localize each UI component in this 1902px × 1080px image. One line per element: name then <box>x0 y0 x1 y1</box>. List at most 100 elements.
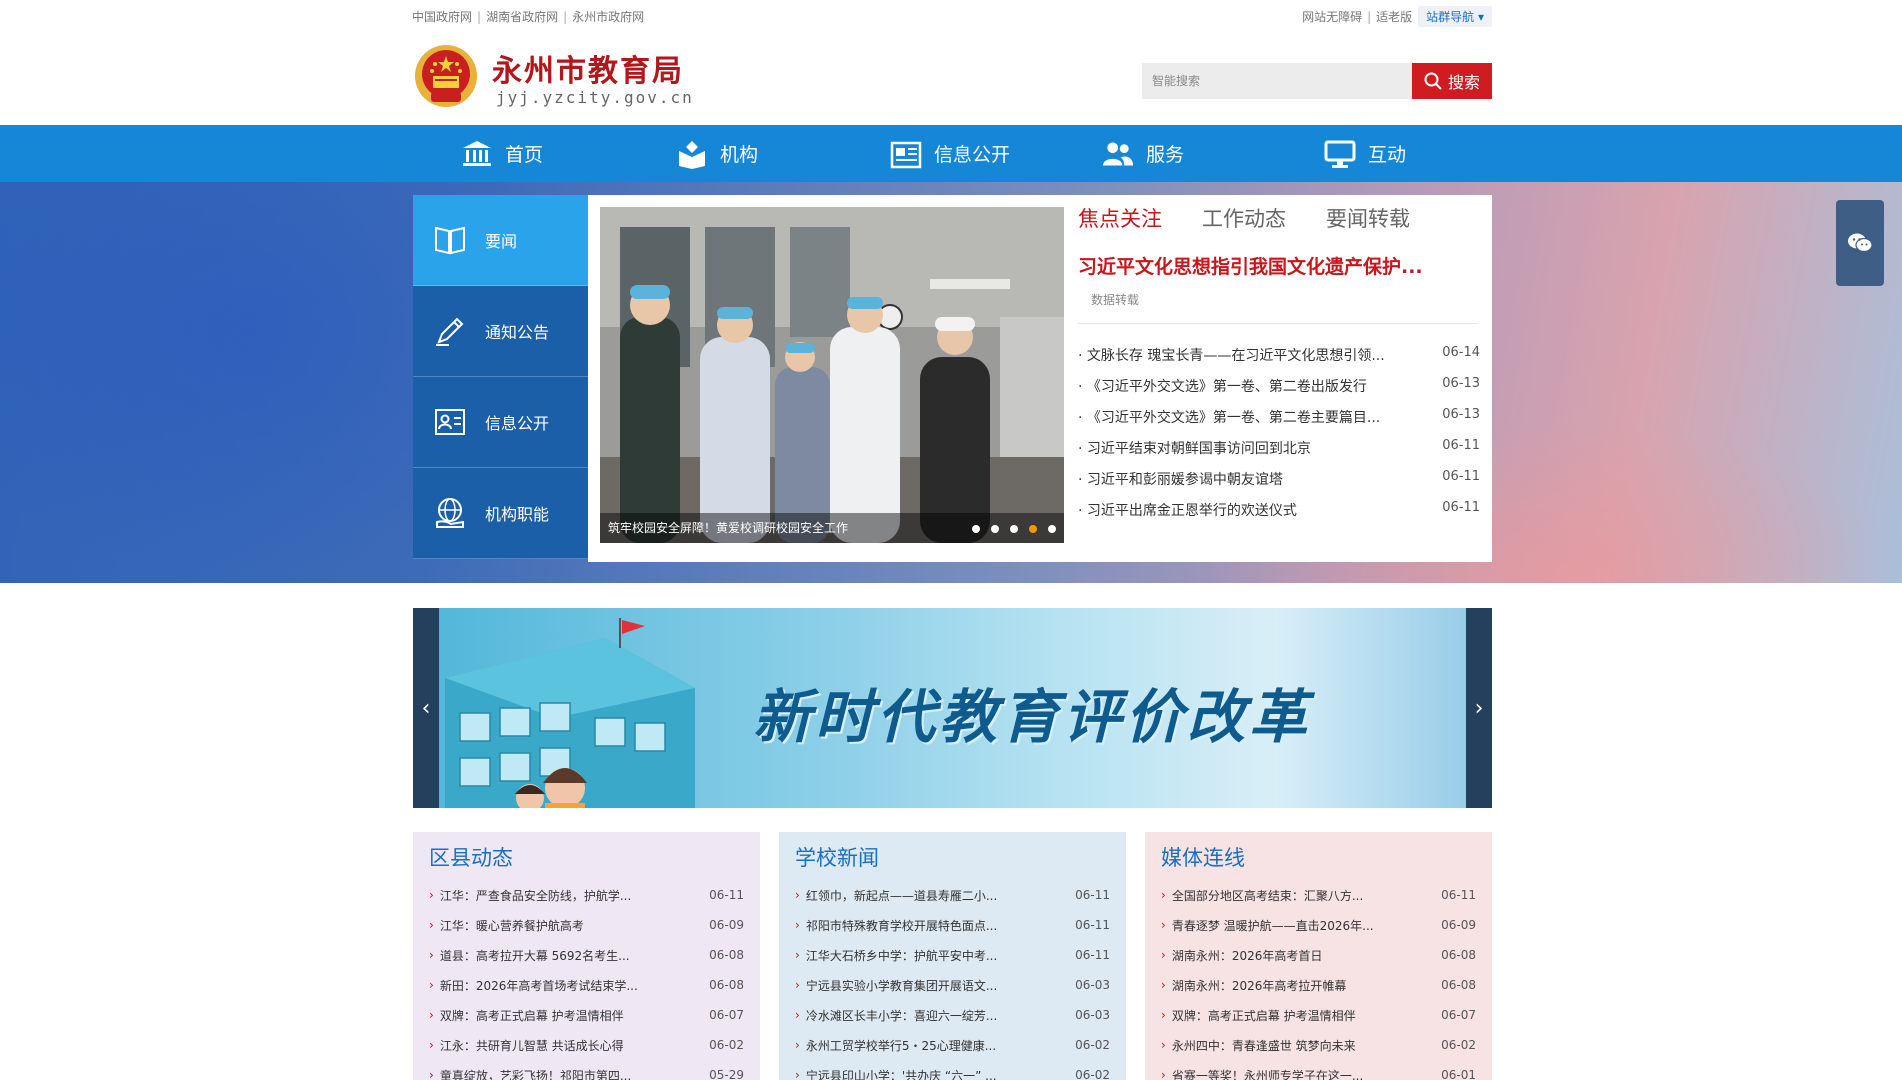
chevron-right-icon: › <box>795 918 800 932</box>
list-item[interactable]: › 双牌：高考正式启幕 护考温情相伴 06-07 <box>1161 1000 1476 1030</box>
list-item[interactable]: › 江永：共研育儿智慧 共话成长心得 06-02 <box>429 1030 744 1060</box>
column-title[interactable]: 媒体连线 <box>1161 842 1476 872</box>
list-item[interactable]: › 湖南永州：2026年高考首日 06-08 <box>1161 940 1476 970</box>
item-title: 红领巾，新起点——道县寿雁二小... <box>805 888 998 903</box>
list-item[interactable]: › 红领巾，新起点——道县寿雁二小... 06-11 <box>795 880 1110 910</box>
wechat-icon <box>1848 233 1873 253</box>
county-news-column: 区县动态 › 江华：严查食品安全防线，护航学... 06-11 › 江华：暖心营养餐护… <box>413 832 760 1080</box>
chevron-right-icon: › <box>795 978 800 992</box>
chevron-right-icon: › <box>429 948 434 962</box>
info-icon <box>890 141 922 168</box>
list-item[interactable]: › 江华大石桥乡中学：护航平安中考... 06-11 <box>795 940 1110 970</box>
nav-home[interactable]: 首页 <box>461 125 543 182</box>
list-item[interactable]: › 湖南永州：2026年高考拉开帷幕 06-08 <box>1161 970 1476 1000</box>
national-emblem-logo[interactable] <box>413 42 479 110</box>
banner-next-button[interactable]: › <box>1466 608 1492 808</box>
side-item-news[interactable]: 要闻 <box>413 195 588 286</box>
list-item[interactable]: › 冷水滩区长丰小学：喜迎六一绽芳... 06-03 <box>795 1000 1110 1030</box>
news-item[interactable]: · 习近平结束对朝鲜国事访问回到北京 06-11 <box>1078 438 1480 469</box>
chevron-right-icon: › <box>429 978 434 992</box>
banner-prev-button[interactable]: ‹ <box>413 608 439 808</box>
item-date: 06-08 <box>709 948 744 962</box>
news-title: · 习近平结束对朝鲜国事访问回到北京 <box>1078 441 1311 457</box>
id-card-icon <box>435 409 465 435</box>
item-title: 全国部分地区高考结束：汇聚八方... <box>1171 888 1364 903</box>
nav-label-home: 首页 <box>505 144 544 166</box>
slide-dot-4[interactable] <box>1029 525 1037 533</box>
item-title: 道县：高考拉开大幕 5692名考生... <box>439 948 630 963</box>
item-title: 童真绽放，艺彩飞扬！祁阳市第四... <box>439 1068 632 1080</box>
list-item[interactable]: › 青春逐梦 温暖护航——直击2026年... 06-09 <box>1161 910 1476 940</box>
tab-work-updates[interactable]: 工作动态 <box>1202 203 1286 233</box>
column-title[interactable]: 学校新闻 <box>795 842 1110 872</box>
side-item-info-disclosure[interactable]: 信息公开 <box>413 377 588 468</box>
tab-reposted-news[interactable]: 要闻转载 <box>1326 203 1410 233</box>
item-title: 江华大石桥乡中学：护航平安中考... <box>805 948 998 963</box>
side-item-notices[interactable]: 通知公告 <box>413 286 588 377</box>
list-item[interactable]: › 江华：严查食品安全防线，护航学... 06-11 <box>429 880 744 910</box>
news-list: · 文脉长存 瑰宝长青——在习近平文化思想引领... 06-14 · 《习近平外交… <box>1078 345 1480 531</box>
nav-label-service: 服务 <box>1146 144 1185 166</box>
item-title: 江华：暖心营养餐护航高考 <box>439 918 584 933</box>
news-item[interactable]: · 习近平出席金正恩举行的欢送仪式 06-11 <box>1078 500 1480 531</box>
link-elderly-mode[interactable]: 适老版 <box>1376 8 1412 25</box>
item-date: 06-11 <box>1075 948 1110 962</box>
news-title: · 习近平出席金正恩举行的欢送仪式 <box>1078 503 1297 519</box>
item-date: 06-09 <box>1441 918 1476 932</box>
site-group-nav-dropdown[interactable]: 站群导航 ▾ <box>1418 6 1492 27</box>
book-icon <box>435 226 465 255</box>
search-input[interactable]: 智能搜索 <box>1142 63 1414 99</box>
divider <box>1078 323 1478 324</box>
news-slideshow[interactable]: 筑牢校园安全屏障！黄爱校调研校园安全工作 <box>600 207 1064 543</box>
list-item[interactable]: › 江华：暖心营养餐护航高考 06-09 <box>429 910 744 940</box>
slide-dot-1[interactable] <box>972 525 980 533</box>
item-date: 06-08 <box>1441 948 1476 962</box>
item-date: 06-07 <box>709 1008 744 1022</box>
chevron-right-icon: › <box>795 1038 800 1052</box>
link-gov-cn[interactable]: 中国政府网 <box>412 10 472 24</box>
item-title: 江永：共研育儿智慧 共话成长心得 <box>439 1038 624 1053</box>
wechat-float-button[interactable] <box>1836 200 1884 286</box>
promo-banner[interactable]: 新时代教育评价改革 ‹ › <box>413 608 1492 808</box>
main-nav: 首页 机构 信息公开 服务 互动 <box>0 125 1902 182</box>
slide-dot-3[interactable] <box>1010 525 1018 533</box>
list-item[interactable]: › 全国部分地区高考结束：汇聚八方... 06-11 <box>1161 880 1476 910</box>
list-item[interactable]: › 永州四中：青春逢盛世 筑梦向未来 06-02 <box>1161 1030 1476 1060</box>
list-item[interactable]: › 祁阳市特殊教育学校开展特色面点... 06-11 <box>795 910 1110 940</box>
news-item[interactable]: · 《习近平外交文选》第一卷、第二卷出版发行 06-13 <box>1078 376 1480 407</box>
site-url: jyj.yzcity.gov.cn <box>496 88 694 107</box>
chevron-right-icon: › <box>429 1008 434 1022</box>
chevron-right-icon: › <box>429 1038 434 1052</box>
nav-info-disclosure[interactable]: 信息公开 <box>890 125 1010 182</box>
link-accessibility[interactable]: 网站无障碍 <box>1302 8 1362 25</box>
slide-dot-5[interactable] <box>1048 525 1056 533</box>
list-item[interactable]: › 道县：高考拉开大幕 5692名考生... 06-08 <box>429 940 744 970</box>
item-title: 湖南永州：2026年高考拉开帷幕 <box>1171 978 1347 993</box>
chevron-right-icon: › <box>1161 1068 1166 1080</box>
headline-link[interactable]: 习近平文化思想指引我国文化遗产保护... <box>1078 252 1423 279</box>
news-item[interactable]: · 文脉长存 瑰宝长青——在习近平文化思想引领... 06-14 <box>1078 345 1480 376</box>
nav-interaction[interactable]: 互动 <box>1324 125 1406 182</box>
list-item[interactable]: › 童真绽放，艺彩飞扬！祁阳市第四... 05-29 <box>429 1060 744 1080</box>
side-item-functions[interactable]: 机构职能 <box>413 468 588 559</box>
nav-service[interactable]: 服务 <box>1102 125 1184 182</box>
list-item[interactable]: › 永州工贸学校举行5・25心理健康... 06-02 <box>795 1030 1110 1060</box>
nav-organization[interactable]: 机构 <box>676 125 758 182</box>
search-button[interactable]: 搜索 <box>1412 63 1492 99</box>
list-item[interactable]: › 省赛一等奖！永州师专学子在这一... 06-01 <box>1161 1060 1476 1080</box>
list-item[interactable]: › 宁远县印山小学：'共办庆 “六一” ... 06-02 <box>795 1060 1110 1080</box>
tab-focus[interactable]: 焦点关注 <box>1078 203 1162 233</box>
pen-icon <box>436 317 464 346</box>
list-item[interactable]: › 双牌：高考正式启幕 护考温情相伴 06-07 <box>429 1000 744 1030</box>
media-news-column: 媒体连线 › 全国部分地区高考结束：汇聚八方... 06-11 › 青春逐梦 温暖护航… <box>1145 832 1492 1080</box>
list-item[interactable]: › 新田：2026年高考首场考试结束学... 06-08 <box>429 970 744 1000</box>
news-item[interactable]: · 《习近平外交文选》第一卷、第二卷主要篇目... 06-13 <box>1078 407 1480 438</box>
list-item[interactable]: › 宁远县实验小学教育集团开展语文... 06-03 <box>795 970 1110 1000</box>
news-date: 06-11 <box>1442 469 1480 484</box>
link-hunan-gov[interactable]: 湖南省政府网 <box>486 10 558 24</box>
news-item[interactable]: · 习近平和彭丽媛参谒中朝友谊塔 06-11 <box>1078 469 1480 500</box>
column-title[interactable]: 区县动态 <box>429 842 744 872</box>
link-yongzhou-gov[interactable]: 永州市政府网 <box>572 10 644 24</box>
slide-dot-2[interactable] <box>991 525 999 533</box>
site-name[interactable]: 永州市教育局 <box>492 46 684 90</box>
